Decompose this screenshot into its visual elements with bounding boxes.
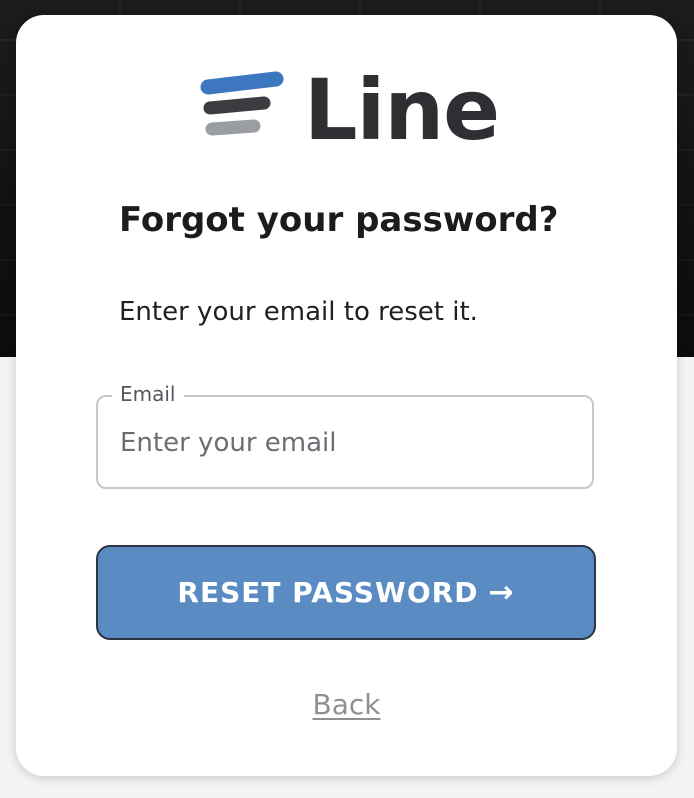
- arrow-right-icon: →: [488, 574, 515, 610]
- brand-name: Line: [304, 61, 500, 159]
- brand-logo: Line: [200, 63, 500, 158]
- email-input[interactable]: [120, 423, 570, 463]
- back-link[interactable]: Back: [16, 687, 677, 723]
- email-field[interactable]: Email: [96, 381, 594, 489]
- reset-password-button[interactable]: RESET PASSWORD →: [96, 545, 596, 640]
- logo-bars-icon: [200, 71, 284, 136]
- page-subtitle: Enter your email to reset it.: [119, 297, 478, 327]
- email-label: Email: [112, 381, 184, 407]
- reset-password-card: Line Forgot your password? Enter your em…: [16, 15, 677, 776]
- reset-password-label: RESET PASSWORD: [177, 576, 479, 609]
- page: Line Forgot your password? Enter your em…: [0, 0, 694, 798]
- page-title: Forgot your password?: [119, 200, 559, 240]
